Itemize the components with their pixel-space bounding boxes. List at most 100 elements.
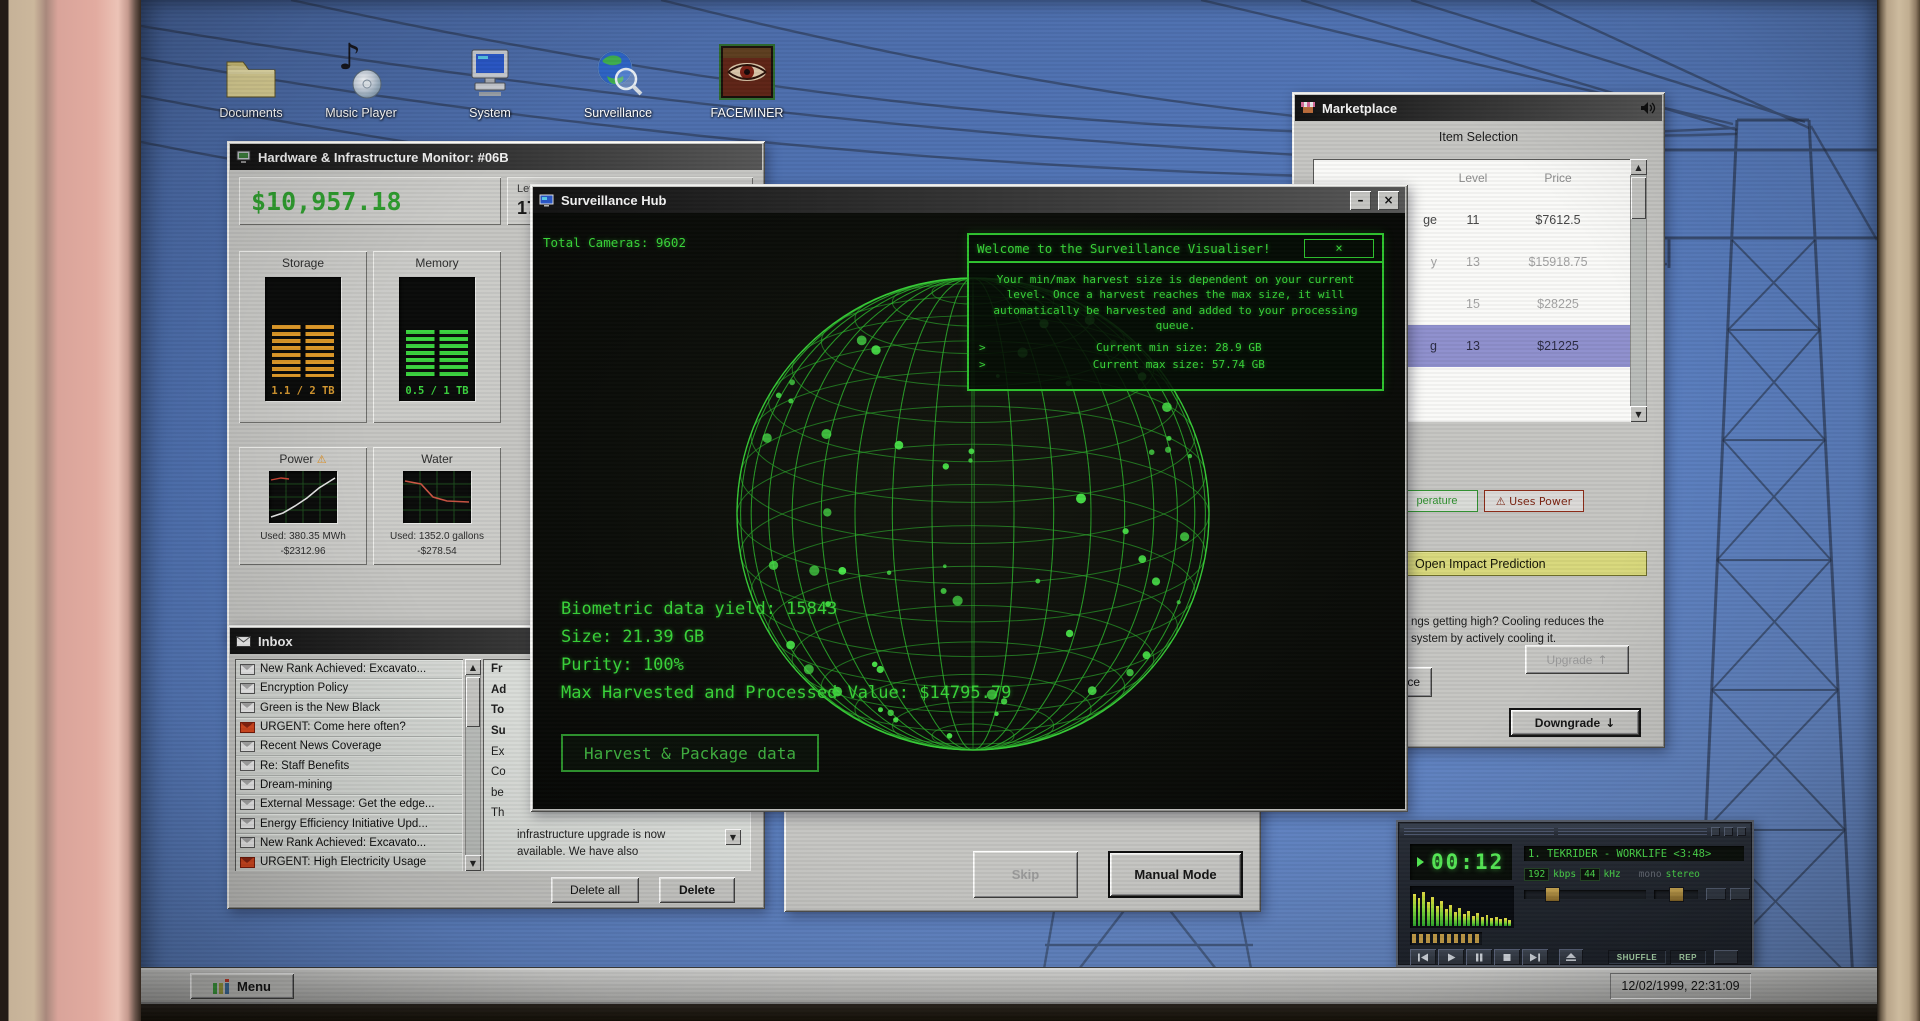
marketplace-titlebar[interactable]: Marketplace <box>1295 95 1662 121</box>
equalizer-toggle-button[interactable] <box>1706 888 1726 900</box>
transport-controls <box>1410 949 1583 965</box>
preview-dropdown-icon[interactable]: ▼ <box>725 829 741 845</box>
balance-thumb[interactable] <box>1670 888 1683 901</box>
up-arrow-icon: ↑ <box>1597 652 1608 667</box>
globe-magnifier-icon <box>591 42 645 100</box>
play-button[interactable] <box>1438 949 1464 965</box>
next-button[interactable] <box>1522 949 1548 965</box>
seek-bar[interactable] <box>1410 932 1482 945</box>
water-meter: Water Used: 1352.0 gallons -$278.54 <box>373 447 501 565</box>
surveillance-title: Surveillance Hub <box>561 192 667 208</box>
memory-gauge: Memory 0.5 / 1 TB <box>373 251 501 423</box>
minimize-button[interactable]: – <box>1350 190 1371 210</box>
pause-button[interactable] <box>1466 949 1492 965</box>
power-cost: -$2312.96 <box>280 546 326 557</box>
hardware-monitor-title: Hardware & Infrastructure Monitor: #06B <box>258 149 509 165</box>
desktop-icon-surveillance[interactable]: Surveillance <box>570 42 666 120</box>
volume-thumb[interactable] <box>1546 888 1559 901</box>
min-size-line: Current min size: 28.9 GB <box>1096 340 1262 354</box>
desktop-icon-label: Music Player <box>325 106 397 120</box>
track-title-marquee: 1. TEKRIDER - WORKLIFE <3:48> <box>1524 846 1744 861</box>
stat-yield: Biometric data yield: 15843 <box>561 599 838 619</box>
harvest-package-button[interactable]: Harvest & Package data <box>561 734 819 772</box>
water-cost: -$278.54 <box>417 546 457 557</box>
power-graph <box>269 471 337 523</box>
water-used: Used: 1352.0 gallons <box>390 531 484 542</box>
scroll-thumb[interactable] <box>466 677 480 727</box>
scroll-up-button[interactable]: ▲ <box>1630 159 1647 175</box>
inbox-message[interactable]: Re: Staff Benefits <box>236 756 462 776</box>
inbox-message[interactable]: New Rank Achieved: Excavato... <box>236 660 462 680</box>
inbox-message[interactable]: Green is the New Black <box>236 698 462 718</box>
scroll-down-button[interactable]: ▼ <box>1630 406 1647 422</box>
window-surveillance-hub: Surveillance Hub – × Total Cameras: 9602… <box>530 184 1408 812</box>
close-button[interactable]: × <box>1378 190 1399 210</box>
player-shade-button[interactable] <box>1724 826 1733 836</box>
scroll-down-button[interactable]: ▼ <box>465 855 481 871</box>
eject-button[interactable] <box>1559 949 1583 965</box>
samplerate-unit: kHz <box>1603 868 1621 880</box>
inbox-icon <box>236 635 251 647</box>
shuffle-toggle[interactable]: SHUFFLE <box>1608 950 1666 964</box>
dialog-close-button[interactable]: × <box>1304 238 1374 258</box>
folder-icon <box>225 42 277 100</box>
inbox-message[interactable]: Encryption Policy <box>236 679 462 699</box>
delete-all-button[interactable]: Delete all <box>551 877 639 903</box>
inbox-message[interactable]: External Message: Get the edge... <box>236 795 462 815</box>
surveillance-titlebar[interactable]: Surveillance Hub – × <box>533 187 1405 213</box>
manual-mode-button[interactable]: Manual Mode <box>1108 851 1243 898</box>
skip-button[interactable]: Skip <box>973 851 1078 898</box>
balance-slider[interactable] <box>1654 888 1698 901</box>
speaker-icon[interactable] <box>1640 101 1656 115</box>
desktop-icon-documents[interactable]: Documents <box>203 42 299 120</box>
playlist-toggle-button[interactable] <box>1730 888 1750 900</box>
upgrade-button[interactable]: Upgrade ↑ <box>1525 645 1629 674</box>
power-used: Used: 380.35 MWh <box>260 531 346 542</box>
menu-logo-icon <box>213 978 230 994</box>
water-label: Water <box>421 452 453 466</box>
previous-button[interactable] <box>1410 949 1436 965</box>
scroll-track[interactable] <box>1630 175 1647 406</box>
scroll-up-button[interactable]: ▲ <box>465 659 481 675</box>
player-titlebar[interactable] <box>1400 824 1750 838</box>
open-impact-prediction-button[interactable]: Open Impact Prediction <box>1406 551 1647 576</box>
inbox-scrollbar: ▲ ▼ <box>465 659 481 871</box>
downgrade-button[interactable]: Downgrade ↓ <box>1509 708 1641 737</box>
inbox-message[interactable]: Dream-mining <box>236 775 462 796</box>
prompt-icon: > <box>979 340 986 354</box>
desktop-icon-label: Surveillance <box>583 106 653 120</box>
preview-body-text: infrastructure upgrade is now available.… <box>517 829 666 859</box>
hardware-monitor-icon <box>236 150 251 163</box>
scroll-track[interactable] <box>465 675 481 855</box>
playlist-mini-button[interactable] <box>1714 950 1738 964</box>
delete-button[interactable]: Delete <box>659 877 735 903</box>
menu-button[interactable]: Menu <box>190 973 294 999</box>
memory-label: Memory <box>415 256 459 270</box>
stream-info: 192 kbps 44 kHz mono stereo <box>1524 867 1746 881</box>
repeat-toggle[interactable]: REP <box>1670 950 1706 964</box>
inbox-message[interactable]: Energy Efficiency Initiative Upd... <box>236 814 462 834</box>
desktop-icon-faceminer[interactable]: FACEMINER <box>699 42 795 120</box>
marketplace-scrollbar: ▲ ▼ <box>1630 159 1647 422</box>
hardware-monitor-titlebar[interactable]: Hardware & Infrastructure Monitor: #06B <box>230 144 762 170</box>
inbox-message-list: New Rank Achieved: Excavato... Encryptio… <box>235 659 463 871</box>
inbox-message-urgent[interactable]: URGENT: Come here often? <box>236 717 462 738</box>
desktop-icon-label: FACEMINER <box>710 106 784 120</box>
bitrate-value: 192 <box>1524 867 1550 881</box>
player-close-button[interactable] <box>1737 826 1746 836</box>
scroll-thumb[interactable] <box>1631 177 1646 219</box>
monitor-bezel-right <box>1877 0 1920 1021</box>
stop-button[interactable] <box>1494 949 1520 965</box>
volume-slider[interactable] <box>1524 888 1646 901</box>
down-arrow-icon: ↓ <box>1605 715 1616 730</box>
inbox-message[interactable]: Recent News Coverage <box>236 737 462 757</box>
desktop-icon-music-player[interactable]: ♪ Music Player <box>313 40 409 121</box>
marketplace-title: Marketplace <box>1322 100 1398 116</box>
memory-bar-meter: 0.5 / 1 TB <box>399 277 475 401</box>
desktop-icon-system[interactable]: System <box>442 42 538 120</box>
cooling-info-line1: ngs getting high? Cooling reduces the <box>1411 616 1605 628</box>
inbox-message[interactable]: New Rank Achieved: Excavato... <box>236 833 462 853</box>
player-minimize-button[interactable] <box>1711 826 1720 836</box>
mail-icon <box>240 663 255 675</box>
inbox-message-urgent[interactable]: URGENT: High Electricity Usage <box>236 852 462 871</box>
